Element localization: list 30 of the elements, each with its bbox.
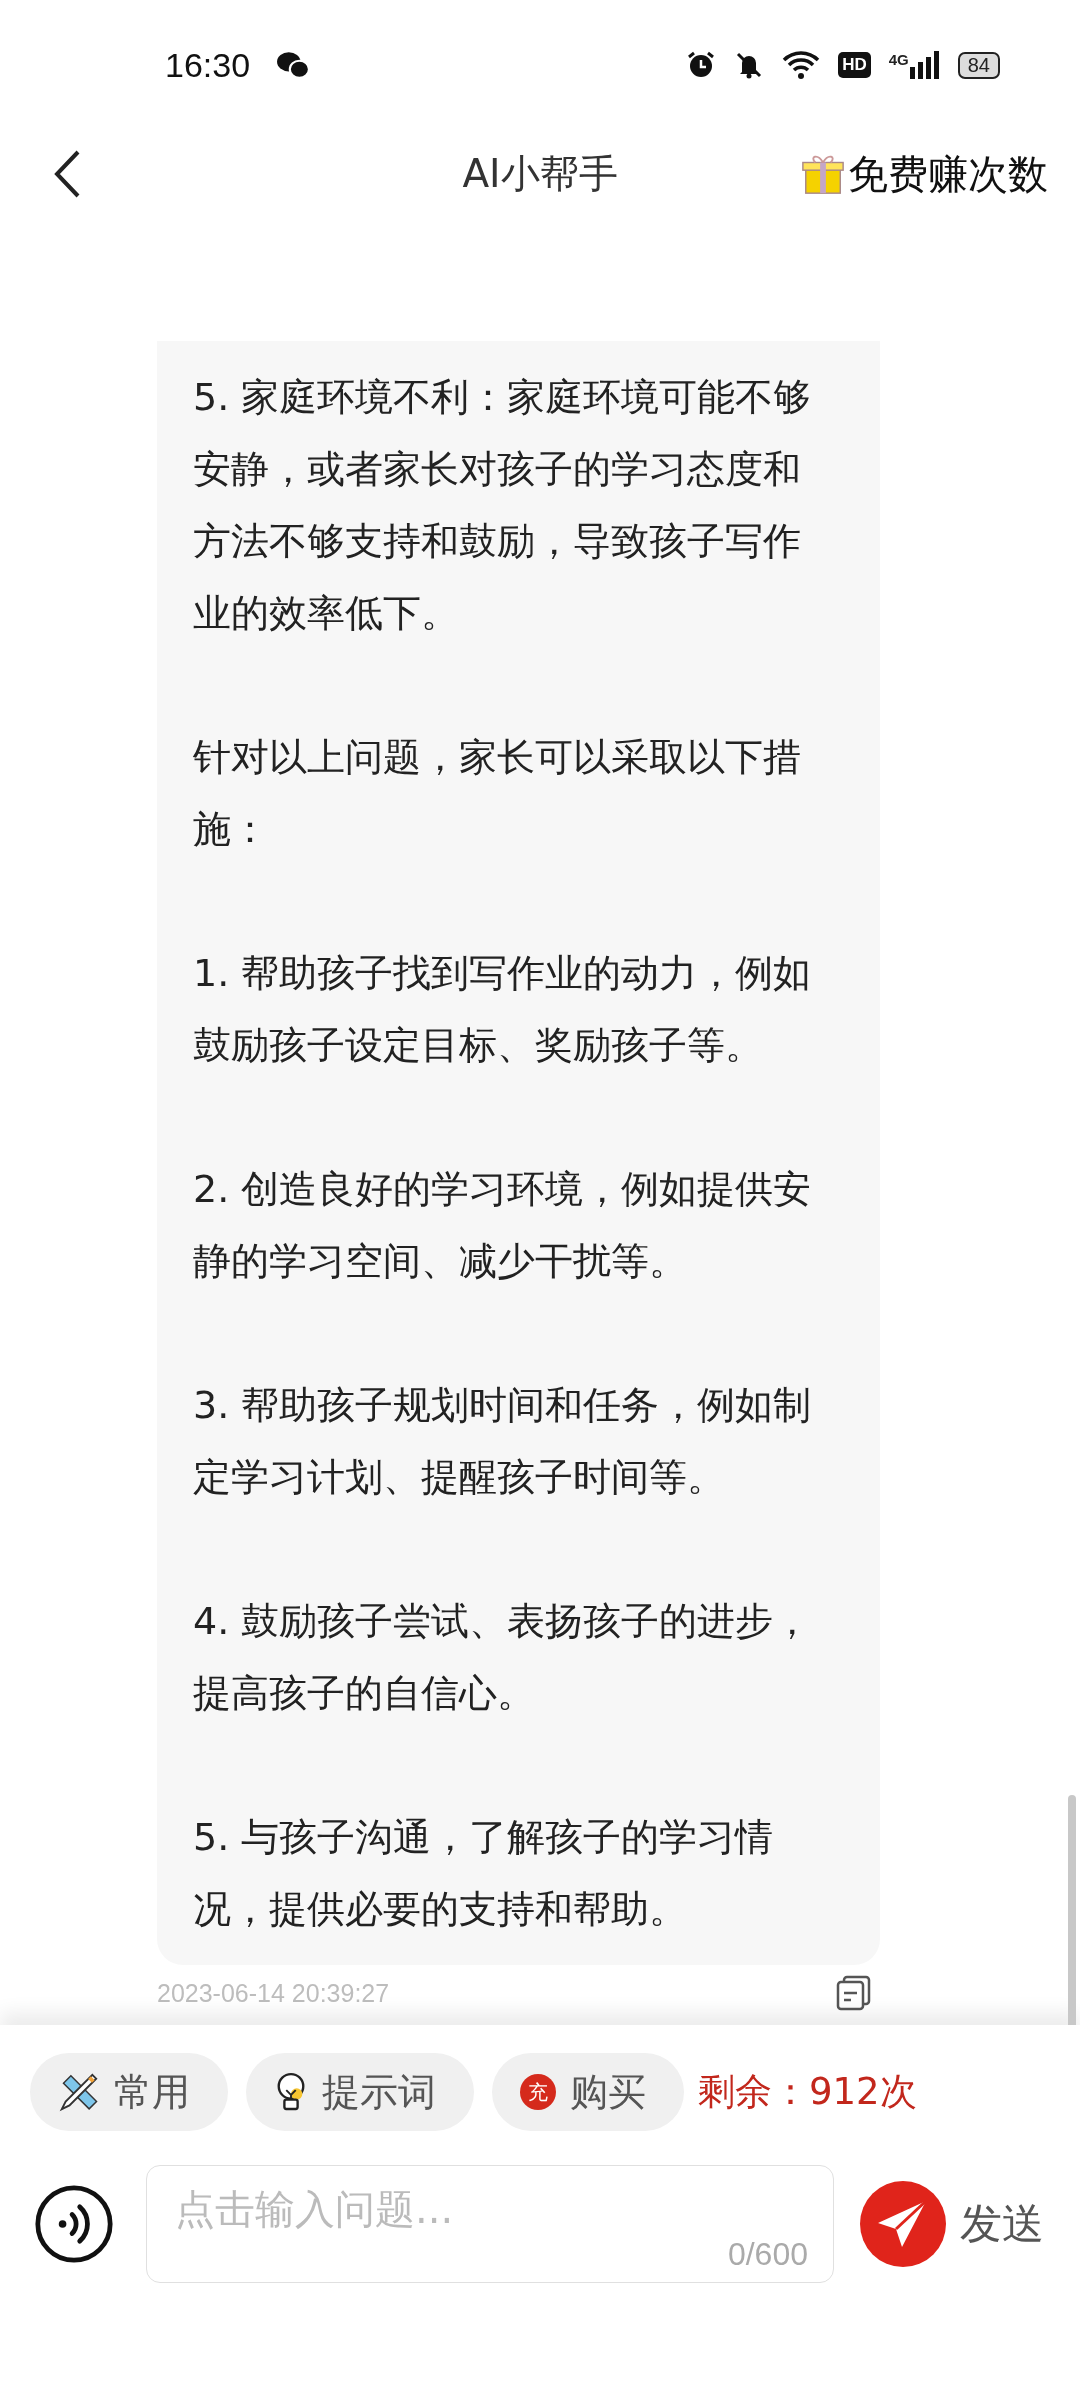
voice-icon[interactable]	[34, 2184, 114, 2264]
chip-button[interactable]: 充 购买	[492, 2053, 684, 2131]
message-timestamp: 2023-06-14 20:39:27	[157, 1978, 390, 2008]
page-title: AI小帮手	[462, 150, 618, 198]
message-paragraph: 1. 帮助孩子找到写作业的动力，例如鼓励孩子设定目标、奖励孩子等。	[193, 950, 813, 1069]
character-counter: 0/600	[727, 2236, 808, 2273]
alarm-icon	[686, 50, 717, 80]
message-paragraph: 针对以上问题，家长可以采取以下措施：	[193, 734, 802, 853]
copy-icon[interactable]	[836, 1975, 872, 2011]
earn-button[interactable]: 免费赚次数	[800, 146, 1048, 202]
send-button[interactable]: 发送	[860, 2181, 1044, 2267]
message-paragraph: 4. 鼓励孩子尝试、表扬孩子的进步，提高孩子的自信心。	[193, 1598, 813, 1717]
message-paragraph: 3. 帮助孩子规划时间和任务，例如制定学习计划、提醒孩子时间等。	[193, 1382, 813, 1501]
paper-plane-icon	[860, 2181, 946, 2267]
status-time: 16:30	[165, 45, 251, 85]
network-type: 4G	[888, 51, 909, 68]
recharge-badge: 充	[520, 2074, 556, 2110]
remaining-count: 剩余：912次	[698, 2069, 917, 2115]
chip-button[interactable]: 常用	[30, 2053, 228, 2131]
signal-icon	[909, 51, 940, 79]
battery-indicator: 84	[957, 51, 1000, 79]
chat-bubbles-icon	[276, 50, 311, 80]
back-icon[interactable]	[52, 149, 82, 199]
message-paragraph: 5. 与孩子沟通，了解孩子的学习情况，提供必要的支持和帮助。	[193, 1814, 775, 1933]
message-paragraph: 2. 创造良好的学习环境，例如提供安静的学习空间、减少干扰等。	[193, 1166, 813, 1285]
message-paragraph: 5. 家庭环境不利：家庭环境可能不够安静，或者家长对孩子的学习态度和方法不够支持和鼓励，导致孩子写作业的效率低下。	[193, 374, 813, 637]
pencil-ruler-icon	[58, 2071, 100, 2113]
hd-indicator: HD	[838, 52, 871, 78]
wifi-icon	[782, 50, 821, 80]
chip-button[interactable]: 提示词	[246, 2053, 474, 2131]
